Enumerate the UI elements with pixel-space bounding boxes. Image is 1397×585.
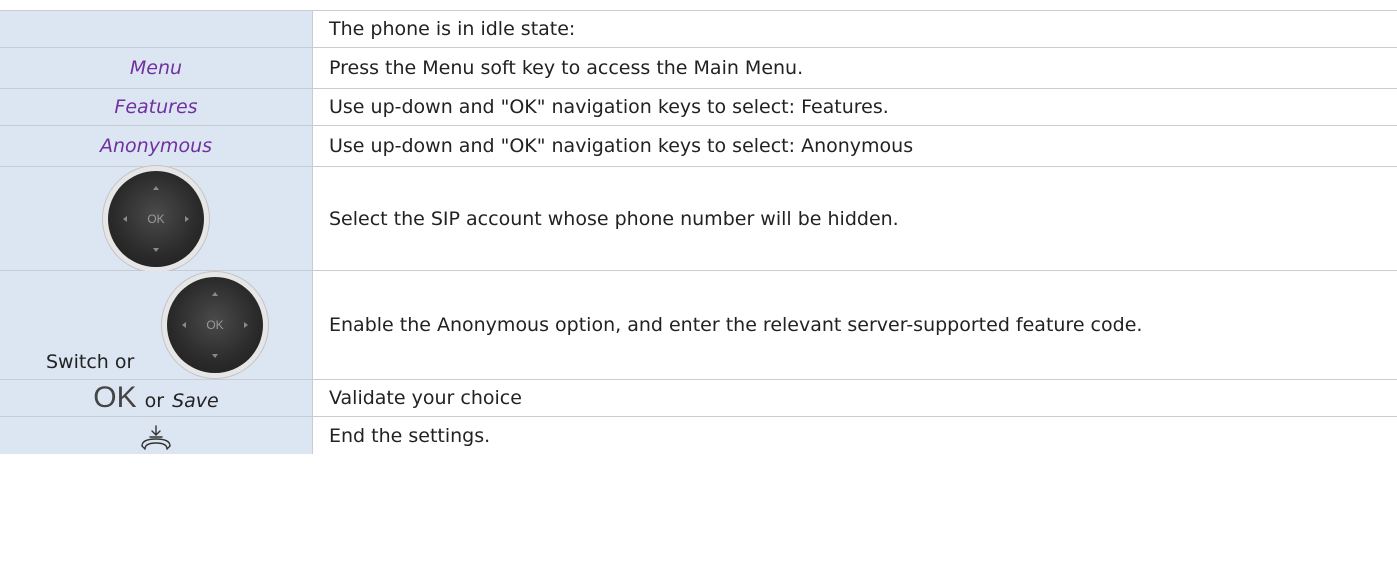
- step-row-anonymous: Anonymous Use up-down and "OK" navigatio…: [0, 125, 1397, 166]
- step-row-select-account: OK Select the SIP account whose phone nu…: [0, 164, 1397, 273]
- features-menu-label: Features: [114, 96, 198, 118]
- arrow-down-icon: [212, 354, 218, 358]
- step-instruction: The phone is in idle state:: [329, 18, 576, 40]
- arrow-down-icon: [153, 247, 159, 252]
- ok-or-save-keys: OK or Save: [93, 383, 218, 413]
- or-label: or: [144, 390, 165, 412]
- step-row-validate: OK or Save Validate your choice: [0, 379, 1397, 416]
- key-cell-empty: [0, 11, 313, 47]
- key-cell: Anonymous: [0, 126, 313, 166]
- step-instruction: Validate your choice: [329, 387, 522, 409]
- step-instruction: Press the Menu soft key to access the Ma…: [329, 57, 804, 79]
- step-row-features: Features Use up-down and "OK" navigation…: [0, 88, 1397, 125]
- navigation-pad-ok-label: OK: [206, 318, 224, 332]
- navigation-pad-icon: OK: [102, 164, 210, 273]
- key-cell: [0, 417, 313, 454]
- arrow-up-icon: [212, 292, 218, 296]
- step-instruction: Select the SIP account whose phone numbe…: [329, 207, 899, 230]
- procedure-table: The phone is in idle state: Menu Press t…: [0, 10, 1397, 454]
- step-row-menu: Menu Press the Menu soft key to access t…: [0, 47, 1397, 88]
- key-cell: OK or Save: [0, 380, 313, 416]
- menu-softkey-label: Menu: [129, 57, 183, 79]
- arrow-up-icon: [153, 185, 159, 190]
- step-row-idle: The phone is in idle state:: [0, 10, 1397, 47]
- navigation-pad-ok-label: OK: [147, 211, 165, 226]
- step-row-end: End the settings.: [0, 416, 1397, 454]
- key-cell: Menu: [0, 48, 313, 88]
- save-softkey-label: Save: [172, 390, 219, 412]
- key-cell: Switch or OK: [0, 271, 313, 379]
- navigation-pad-icon: OK: [161, 271, 269, 379]
- ok-key-icon: OK: [93, 381, 137, 414]
- key-cell: Features: [0, 89, 313, 125]
- step-instruction: Use up-down and "OK" navigation keys to …: [329, 135, 914, 157]
- step-instruction: Use up-down and "OK" navigation keys to …: [329, 96, 889, 118]
- anonymous-menu-label: Anonymous: [99, 135, 213, 157]
- step-instruction: End the settings.: [329, 424, 491, 447]
- switch-key-label: Switch or: [46, 351, 135, 373]
- step-row-enable-anonymous: Switch or OK Enable the Anonymous option…: [0, 270, 1397, 379]
- step-instruction: Enable the Anonymous option, and enter t…: [329, 314, 1143, 336]
- hang-up-icon: [141, 424, 171, 450]
- key-cell: OK: [0, 164, 313, 273]
